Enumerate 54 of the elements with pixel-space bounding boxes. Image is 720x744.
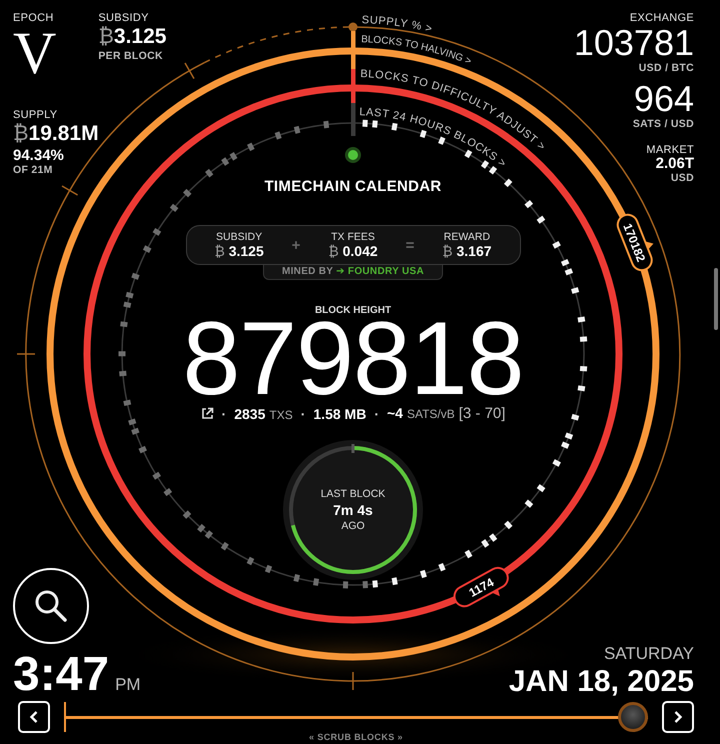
market-value: 2.06T <box>656 156 694 172</box>
block-height-label: BLOCK HEIGHT <box>314 305 392 316</box>
subsidy-label: SUBSIDY <box>98 12 149 24</box>
ring-label[interactable]: SUPPLY % > <box>362 14 434 36</box>
separator-dot: · <box>222 406 226 422</box>
price-value: 103781 <box>574 24 694 62</box>
weekday: SATURDAY <box>604 644 694 664</box>
chevron-left-icon <box>29 710 39 724</box>
operator-sign: + <box>292 236 300 254</box>
date: JAN 18, 2025 <box>508 664 694 700</box>
market-unit: USD <box>670 172 694 184</box>
reward-label: TX FEES <box>331 231 375 243</box>
separator-dot: · <box>300 406 306 422</box>
exchange-label: EXCHANGE <box>630 12 694 24</box>
reward-label: SUBSIDY <box>216 231 262 243</box>
price-unit: USD / BTC <box>638 62 694 74</box>
clock-time: 3:47 <box>13 650 110 700</box>
block-stat: ~4 SATS/vB [3 - 70] <box>386 405 506 422</box>
block-stat: 2835 TXS <box>234 406 293 422</box>
live-status-icon <box>345 147 361 163</box>
supply-total: OF 21M <box>13 164 53 176</box>
operator-sign: = <box>406 236 414 254</box>
supply-label: SUPPLY <box>13 109 58 121</box>
search-icon <box>33 588 69 624</box>
epoch-label: EPOCH <box>13 12 54 24</box>
separator-dot: · <box>374 406 379 422</box>
external-link-icon[interactable] <box>200 407 214 420</box>
sats-unit: SATS / USD <box>632 118 694 130</box>
next-button[interactable] <box>662 701 694 733</box>
scrub-label: « SCRUB BLOCKS » <box>308 732 404 742</box>
subsidy-value: ₿3.125 <box>98 24 166 50</box>
block-stat: 1.58 MB <box>313 406 366 422</box>
epoch-numeral: V <box>13 27 56 79</box>
last-block-label: LAST BLOCK <box>320 488 386 500</box>
supply-percent: 94.34% <box>13 147 64 164</box>
last-block-suffix: AGO <box>341 520 365 532</box>
previous-button[interactable] <box>18 701 50 733</box>
chevron-right-icon <box>673 710 683 724</box>
slider-thumb[interactable] <box>618 702 648 732</box>
reward-value: ₿ 0.042 <box>328 243 378 259</box>
last-block-elapsed: 7m 4s <box>333 502 373 518</box>
reward-label: REWARD <box>444 231 490 243</box>
last-block-dial[interactable]: LAST BLOCK 7m 4s AGO <box>283 440 423 580</box>
reward-value: ₿ 3.167 <box>442 243 492 259</box>
reward-value: ₿ 3.125 <box>214 243 264 259</box>
subsidy-unit: PER BLOCK <box>98 50 163 62</box>
clock-meridiem: PM <box>115 675 141 695</box>
scrollbar[interactable] <box>714 268 718 330</box>
mined-by-tab[interactable]: MINED BY ➔ FOUNDRY USA <box>262 265 444 280</box>
market-label: MARKET <box>646 144 694 156</box>
app-title: TIMECHAIN CALENDAR <box>264 178 442 195</box>
block-height: 879818 <box>182 316 524 402</box>
sats-value: 964 <box>634 80 694 118</box>
supply-value: ₿19.81M <box>13 121 99 147</box>
